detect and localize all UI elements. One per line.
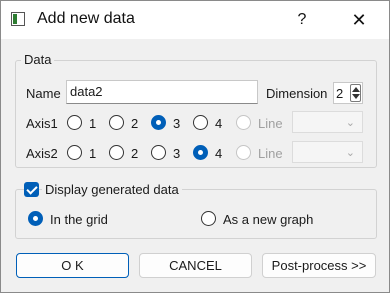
axis2-option-3-label: 3 [173,146,181,161]
chevron-down-icon: ⌄ [345,147,355,159]
name-input[interactable]: data2 [66,80,258,104]
axis1-label: Axis1 [26,116,58,131]
axis1-line-combo[interactable]: ⌄ [292,111,363,133]
display-generated-checkbox[interactable] [24,182,39,197]
axis1-radio-4[interactable] [193,115,208,130]
spin-down-icon[interactable] [352,94,360,99]
axis2-radio-4[interactable] [193,145,208,160]
axis2-radio-2[interactable] [109,145,124,160]
dimension-stepper[interactable]: 2 [333,82,363,104]
axis1-option-4-label: 4 [215,116,223,131]
ok-button[interactable]: O K [16,253,129,278]
axis1-radio-line[interactable] [236,115,251,130]
spin-arrows[interactable] [350,84,361,102]
axis2-line-label: Line [258,146,283,161]
axis1-radio-1[interactable] [67,115,82,130]
as-new-graph-label: As a new graph [223,212,314,227]
axis2-radio-3[interactable] [151,145,166,160]
in-the-grid-radio[interactable] [28,211,43,226]
axis2-line-combo[interactable]: ⌄ [292,141,363,163]
close-button[interactable]: ✕ [344,8,374,32]
axis2-label: Axis2 [26,146,58,161]
axis2-option-4-label: 4 [215,146,223,161]
chevron-down-icon: ⌄ [345,117,355,129]
dimension-label: Dimension [266,86,328,101]
axis1-radio-2[interactable] [109,115,124,130]
name-label: Name [26,86,61,101]
axis1-line-label: Line [258,116,283,131]
title-bar: Add new data ? ✕ [1,1,389,39]
in-the-grid-label: In the grid [50,212,108,227]
axis1-option-2-label: 2 [131,116,139,131]
axis1-option-3-label: 3 [173,116,181,131]
add-new-data-dialog: Add new data ? ✕ Data Name data2 Dimensi… [0,0,390,293]
data-group-title: Data [21,52,55,67]
axis2-radio-1[interactable] [67,145,82,160]
dimension-value: 2 [336,86,344,101]
axis1-radio-3[interactable] [151,115,166,130]
app-window-icon [11,12,25,26]
axis2-radio-line[interactable] [236,145,251,160]
spin-up-icon[interactable] [352,87,360,92]
help-button[interactable]: ? [289,8,315,32]
as-new-graph-radio[interactable] [201,211,216,226]
post-process-button[interactable]: Post-process >> [262,253,376,278]
display-generated-label[interactable]: Display generated data [42,182,182,197]
dialog-title: Add new data [37,10,135,27]
axis2-option-1-label: 1 [89,146,97,161]
axis2-option-2-label: 2 [131,146,139,161]
axis1-option-1-label: 1 [89,116,97,131]
cancel-button[interactable]: CANCEL [139,253,252,278]
